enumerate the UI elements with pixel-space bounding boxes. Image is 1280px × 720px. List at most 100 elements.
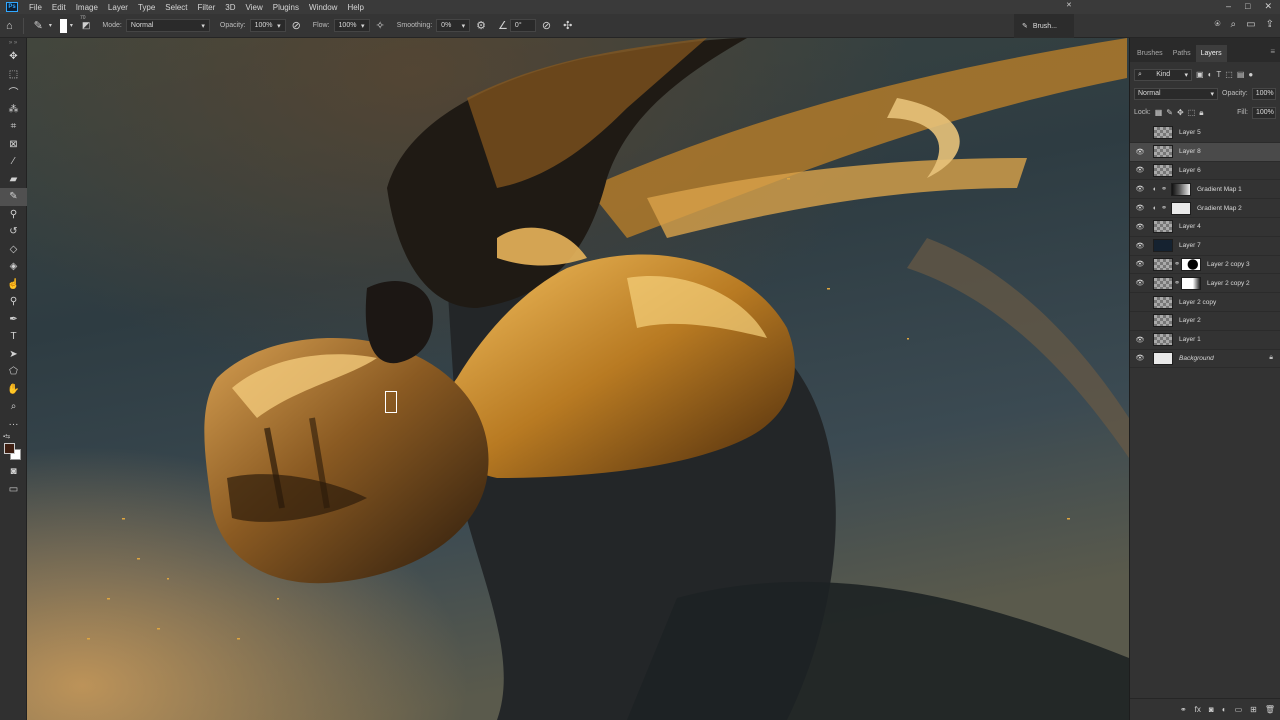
layer-row[interactable]: 👁︎ Background 🔒︎ — [1130, 350, 1280, 369]
type-filter-icon[interactable]: T — [1216, 70, 1221, 79]
share-icon[interactable]: ⍟ — [1215, 19, 1221, 30]
crop-tool-icon[interactable]: ⌗ — [0, 118, 27, 136]
blend-mode-select[interactable]: Normal ▾ — [1134, 87, 1218, 100]
layer-thumbnail[interactable] — [1153, 333, 1173, 347]
panel-menu-icon[interactable]: ≡ — [1270, 47, 1275, 56]
layer-row[interactable]: 👁︎ Layer 8 — [1130, 142, 1280, 162]
layer-row[interactable]: 👁︎ Layer 1 — [1130, 331, 1280, 350]
visibility-eye-icon[interactable]: 👁︎ — [1130, 148, 1150, 156]
shape-filter-icon[interactable]: ⬚ — [1225, 70, 1233, 79]
smart-object-filter-icon[interactable]: ▤ — [1237, 70, 1245, 79]
menu-help[interactable]: Help — [342, 3, 368, 12]
layer-row[interactable]: Layer 5 — [1130, 124, 1280, 143]
move-tool-icon[interactable]: ✥ — [0, 48, 27, 66]
lock-position-icon[interactable]: ✥ — [1177, 108, 1184, 117]
path-selection-tool-icon[interactable]: ➤ — [0, 346, 27, 364]
chain-link-icon[interactable]: ⚭ — [1173, 279, 1181, 287]
quick-mask-icon[interactable]: ◙ — [0, 463, 27, 481]
type-tool-icon[interactable]: T — [0, 328, 27, 346]
home-icon[interactable]: ⌂ — [6, 20, 13, 32]
layer-thumbnail[interactable] — [1153, 145, 1173, 159]
pressure-opacity-icon[interactable]: ⊘ — [292, 19, 301, 32]
visibility-eye-icon[interactable]: 👁︎ — [1130, 260, 1150, 268]
frame-tool-icon[interactable]: ⊠ — [0, 136, 27, 154]
pixel-filter-icon[interactable]: ▣ — [1196, 70, 1204, 79]
layer-thumbnail[interactable] — [1153, 314, 1173, 328]
add-mask-icon[interactable]: ◙ — [1209, 705, 1214, 714]
eraser-tool-icon[interactable]: ◇ — [0, 241, 27, 259]
menu-plugins[interactable]: Plugins — [268, 3, 304, 12]
shape-tool-icon[interactable]: ⬠ — [0, 363, 27, 381]
delete-layer-icon[interactable]: 🗑︎ — [1265, 705, 1275, 714]
layer-row[interactable]: Layer 2 copy — [1130, 293, 1280, 312]
layer-thumbnail[interactable] — [1153, 163, 1173, 177]
smoothing-input[interactable]: 0% ▾ — [436, 19, 471, 32]
visibility-eye-icon[interactable]: 👁︎ — [1130, 166, 1150, 174]
menu-3d[interactable]: 3D — [220, 3, 240, 12]
layer-thumbnail[interactable] — [1153, 220, 1173, 234]
opacity-input[interactable]: 100% ▾ — [249, 19, 286, 32]
filter-toggle-icon[interactable]: ● — [1248, 70, 1253, 79]
layer-mask-thumbnail[interactable] — [1181, 276, 1201, 290]
tab-paths[interactable]: Paths — [1168, 45, 1196, 62]
menu-image[interactable]: Image — [71, 3, 103, 12]
new-adjustment-icon[interactable]: ◐ — [1222, 705, 1227, 714]
menu-filter[interactable]: Filter — [193, 3, 221, 12]
maximize-button[interactable]: □ — [1245, 1, 1250, 12]
healing-brush-tool-icon[interactable]: ▰ — [0, 171, 27, 189]
layer-row[interactable]: 👁︎ Layer 4 — [1130, 218, 1280, 237]
search-icon[interactable]: ⌕ — [1231, 19, 1237, 30]
close-window-button[interactable]: ✕ — [1264, 1, 1272, 12]
visibility-eye-icon[interactable]: 👁︎ — [1130, 354, 1150, 362]
history-brush-tool-icon[interactable]: ↺ — [0, 223, 27, 241]
layer-row[interactable]: 👁︎ Layer 6 — [1130, 162, 1280, 181]
angle-input[interactable]: 0° — [509, 19, 536, 32]
layer-row[interactable]: Layer 2 — [1130, 312, 1280, 331]
visibility-eye-icon[interactable]: 👁︎ — [1130, 242, 1150, 250]
chevron-down-icon[interactable]: ▾ — [70, 22, 73, 29]
menu-select[interactable]: Select — [160, 3, 192, 12]
menu-window[interactable]: Window — [304, 3, 342, 12]
brush-panel-close-button[interactable]: ✕ — [1066, 1, 1072, 9]
foreground-color-swatch[interactable] — [4, 443, 15, 454]
layer-row[interactable]: 👁︎ ⚭ Layer 2 copy 3 — [1130, 256, 1280, 275]
layer-opacity-input[interactable]: 100% — [1251, 87, 1276, 100]
swap-colors-icon[interactable]: ▪⇆ — [3, 433, 10, 440]
more-tools-icon[interactable]: ··· — [0, 416, 27, 434]
pressure-size-icon[interactable]: ⊘ — [542, 19, 551, 32]
symmetry-icon[interactable]: ✣ — [563, 19, 572, 32]
workspace-icon[interactable]: ▭ — [1246, 19, 1255, 30]
visibility-eye-icon[interactable]: 👁︎ — [1130, 223, 1150, 231]
gear-icon[interactable]: ⚙ — [476, 19, 486, 32]
airbrush-icon[interactable]: ✧ — [376, 19, 385, 32]
menu-edit[interactable]: Edit — [47, 3, 71, 12]
menu-file[interactable]: File — [24, 3, 47, 12]
layer-row[interactable]: 👁︎ Layer 7 — [1130, 237, 1280, 256]
tab-layers[interactable]: Layers — [1195, 45, 1227, 62]
lock-all-icon[interactable]: 🔒︎ — [1199, 108, 1203, 118]
visibility-eye-icon[interactable]: 👁︎ — [1130, 204, 1150, 212]
share-upload-icon[interactable]: ⇪ — [1266, 19, 1274, 30]
brush-tool-icon[interactable]: ✎ — [0, 188, 27, 206]
menu-type[interactable]: Type — [133, 3, 160, 12]
layer-thumbnail[interactable] — [1171, 182, 1191, 196]
pen-tool-icon[interactable]: ✒ — [0, 311, 27, 329]
menu-view[interactable]: View — [241, 3, 268, 12]
lasso-tool-icon[interactable]: ⌒ — [0, 83, 27, 101]
brush-tool-preset-icon[interactable]: ✎ — [34, 19, 43, 32]
clone-stamp-tool-icon[interactable]: ⚲ — [0, 206, 27, 224]
toolbar-grip[interactable]: » » — [0, 38, 26, 48]
document-canvas[interactable] — [27, 38, 1129, 720]
lock-transparent-icon[interactable]: ▦ — [1155, 108, 1163, 117]
magic-wand-tool-icon[interactable]: ⁂ — [0, 101, 27, 119]
menu-layer[interactable]: Layer — [103, 3, 133, 12]
zoom-tool-icon[interactable]: ⌕ — [0, 398, 27, 416]
dodge-tool-icon[interactable]: ⚲ — [0, 293, 27, 311]
layer-thumbnail[interactable] — [1153, 276, 1173, 290]
visibility-eye-icon[interactable]: 👁︎ — [1130, 279, 1150, 287]
layer-thumbnail[interactable] — [1153, 126, 1173, 140]
new-layer-icon[interactable]: ⊞ — [1250, 705, 1257, 714]
layer-thumbnail[interactable] — [1171, 201, 1191, 215]
brush-size-picker[interactable] — [59, 18, 67, 33]
smudge-tool-icon[interactable]: ☝ — [0, 276, 27, 294]
